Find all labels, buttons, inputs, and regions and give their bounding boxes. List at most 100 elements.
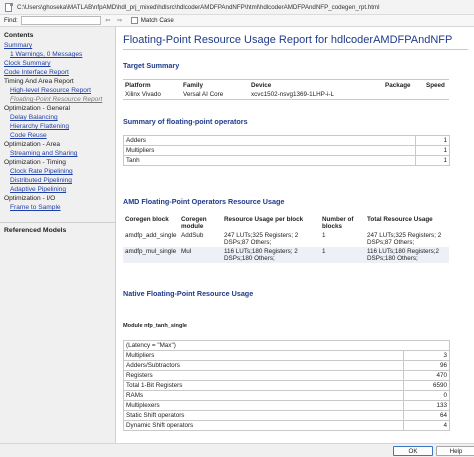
find-label: Find: bbox=[4, 17, 18, 24]
coregen-module-cell: AddSub bbox=[181, 232, 204, 239]
coregen-block-cell: amdfp_mul_single bbox=[125, 248, 177, 255]
sidebar-item-code-reuse[interactable]: Code Reuse bbox=[4, 131, 114, 140]
sidebar-item-1-warnings-0-messages[interactable]: 1 Warnings, 0 Messages bbox=[4, 50, 114, 59]
sidebar-item-clock-summary[interactable]: Clock Summary bbox=[4, 59, 114, 68]
fp-summary-heading: Summary of floating-point operators bbox=[123, 117, 248, 126]
coregen-block-cell: amdfp_add_single bbox=[125, 232, 177, 239]
referenced-models-title: Referenced Models bbox=[4, 227, 67, 234]
contents-sidebar: Contents Summary 1 Warnings, 0 Messages Cl… bbox=[0, 27, 116, 443]
sidebar-item-optimization-area: Optimization - Area bbox=[4, 141, 61, 148]
table-row: Xilinx Vivado Versal AI Core xcvc1502-ns… bbox=[123, 90, 449, 100]
find-input[interactable] bbox=[20, 16, 101, 25]
target-summary-header-row: Platform Family Device Package Speed bbox=[123, 79, 449, 90]
resource-per-block-cell: 116 LUTs;180 Registers; 2 DSPs;180 Other… bbox=[224, 248, 298, 262]
table-row: Static Shift operators 64 bbox=[123, 410, 451, 421]
button-bar: OK Help bbox=[0, 443, 474, 457]
operator-name: Tanh bbox=[123, 155, 416, 166]
number-of-blocks-cell: 1 bbox=[322, 248, 326, 255]
sidebar-item-distributed-pipelining[interactable]: Distributed Pipelining bbox=[4, 176, 114, 185]
col-package: Package bbox=[383, 79, 424, 90]
resource-name: Multipliers bbox=[123, 350, 404, 361]
document-icon bbox=[4, 2, 13, 12]
resource-count: 64 bbox=[402, 410, 451, 421]
resource-name: Dynamic Shift operators bbox=[123, 420, 404, 431]
sidebar-item-code-interface-report[interactable]: Code Interface Report bbox=[4, 68, 114, 77]
page-title: Floating-Point Resource Usage Report for… bbox=[123, 34, 453, 46]
package-value bbox=[383, 90, 424, 100]
total-resource-cell: 116 LUTs;180 Registers;2 DSPs;180 Others… bbox=[367, 248, 439, 262]
sidebar-item-optimization-i-o: Optimization - I/O bbox=[4, 195, 56, 202]
resource-name: Static Shift operators bbox=[123, 410, 404, 421]
sidebar-item-summary[interactable]: Summary bbox=[4, 41, 114, 50]
table-row: Adders 1 bbox=[123, 135, 450, 146]
total-resource-cell: 247 LUTs;325 Registers; 2 DSPs;87 Others… bbox=[367, 232, 442, 246]
family-value: Versal AI Core bbox=[181, 90, 249, 100]
operator-count: 1 bbox=[415, 135, 450, 146]
speed-value bbox=[424, 90, 449, 100]
sidebar-item-delay-balancing[interactable]: Delay Balancing bbox=[4, 113, 114, 122]
col-family: Family bbox=[181, 79, 249, 90]
resource-count: 0 bbox=[402, 390, 451, 401]
amd-fp-heading: AMD Floating-Point Operators Resource Us… bbox=[123, 197, 285, 206]
resource-count: 3 bbox=[402, 350, 451, 361]
resource-count: 470 bbox=[402, 370, 451, 381]
contents-title: Contents bbox=[4, 32, 34, 39]
resource-name: Multiplexers bbox=[123, 400, 404, 411]
find-previous-icon[interactable]: ⇦ bbox=[103, 16, 113, 25]
target-summary-table: Platform Family Device Package Speed Xil… bbox=[123, 79, 449, 100]
native-fp-heading: Native Floating-Point Resource Usage bbox=[123, 289, 254, 298]
table-row: amdfp_add_single AddSub 247 LUTs;325 Regis… bbox=[123, 231, 449, 247]
sidebar-item-optimization-general: Optimization - General bbox=[4, 105, 70, 112]
sidebar-item-high-level-resource-report[interactable]: High-level Resource Report bbox=[4, 86, 114, 95]
sidebar-item-adaptive-pipelining[interactable]: Adaptive Pipelining bbox=[4, 185, 114, 194]
resource-count: 4 bbox=[402, 420, 451, 431]
col-device: Device bbox=[249, 79, 383, 90]
window-title: C:\Users\ghoseka\MATLAB\nfpAMD\hdl_prj_m… bbox=[17, 3, 380, 11]
operator-name: Multipliers bbox=[123, 145, 416, 156]
col-coregen-block: Coregen block bbox=[125, 216, 169, 223]
help-button[interactable]: Help bbox=[436, 446, 474, 456]
sidebar-item-hierarchy-flattening[interactable]: Hierarchy Flattening bbox=[4, 122, 114, 131]
resource-name: RAMs bbox=[123, 390, 404, 401]
col-platform: Platform bbox=[123, 79, 181, 90]
sidebar-item-optimization-timing: Optimization - Timing bbox=[4, 159, 66, 166]
col-resource-per-block: Resource Usage per block bbox=[224, 216, 304, 223]
fp-summary-table: Adders 1 Multipliers 1 Tanh 1 bbox=[123, 135, 450, 166]
table-row: RAMs 0 bbox=[123, 390, 451, 401]
number-of-blocks-cell: 1 bbox=[322, 232, 326, 239]
title-bar: C:\Users\ghoseka\MATLAB\nfpAMD\hdl_prj_m… bbox=[0, 0, 474, 15]
resource-name: Registers bbox=[123, 370, 404, 381]
table-row: Adders/Subtractors 96 bbox=[123, 360, 451, 371]
target-summary-heading: Target Summary bbox=[123, 61, 180, 70]
operator-count: 1 bbox=[415, 155, 450, 166]
table-row: amdfp_mul_single Mul 116 LUTs;180 Register… bbox=[123, 247, 449, 263]
amd-fp-table: Coregen block Coregen module Resource Us… bbox=[123, 215, 449, 263]
sidebar-item-clock-rate-pipelining[interactable]: Clock Rate Pipelining bbox=[4, 167, 114, 176]
ok-button[interactable]: OK bbox=[393, 446, 433, 456]
col-coregen-module: Coregen module bbox=[181, 216, 207, 230]
amd-fp-header-row: Coregen block Coregen module Resource Us… bbox=[123, 215, 449, 231]
sidebar-item-frame-to-sample[interactable]: Frame to Sample bbox=[4, 203, 114, 212]
operator-count: 1 bbox=[415, 145, 450, 156]
title-divider bbox=[123, 49, 468, 50]
platform-value: Xilinx Vivado bbox=[123, 90, 181, 100]
resource-name: Total 1-Bit Registers bbox=[123, 380, 404, 391]
device-value: xcvc1502-nsvg1369-1LHP-i-L bbox=[249, 90, 383, 100]
module-label: Module nfp_tanh_single bbox=[123, 323, 188, 329]
table-row: Total 1-Bit Registers 6590 bbox=[123, 380, 451, 391]
find-toolbar: Find: ⇦ ⇨ Match Case bbox=[0, 15, 474, 27]
col-number-of-blocks: Number of blocks bbox=[322, 216, 354, 230]
table-row: Multipliers 1 bbox=[123, 145, 450, 156]
operator-name: Adders bbox=[123, 135, 416, 146]
table-row: Multipliers 3 bbox=[123, 350, 451, 361]
sidebar-item-floating-point-resource-report[interactable]: Floating-Point Resource Report bbox=[4, 95, 114, 104]
resource-count: 96 bbox=[402, 360, 451, 371]
sidebar-item-streaming-and-sharing[interactable]: Streaming and Sharing bbox=[4, 149, 114, 158]
contents-nav: Summary 1 Warnings, 0 Messages Clock Summa… bbox=[4, 41, 114, 212]
match-case-checkbox[interactable] bbox=[130, 17, 138, 24]
resource-name: Adders/Subtractors bbox=[123, 360, 404, 371]
col-total-resource: Total Resource Usage bbox=[367, 216, 433, 223]
find-next-icon[interactable]: ⇨ bbox=[115, 16, 125, 25]
table-row: Tanh 1 bbox=[123, 155, 450, 166]
resource-per-block-cell: 247 LUTs;325 Registers; 2 DSPs;87 Others… bbox=[224, 232, 299, 246]
